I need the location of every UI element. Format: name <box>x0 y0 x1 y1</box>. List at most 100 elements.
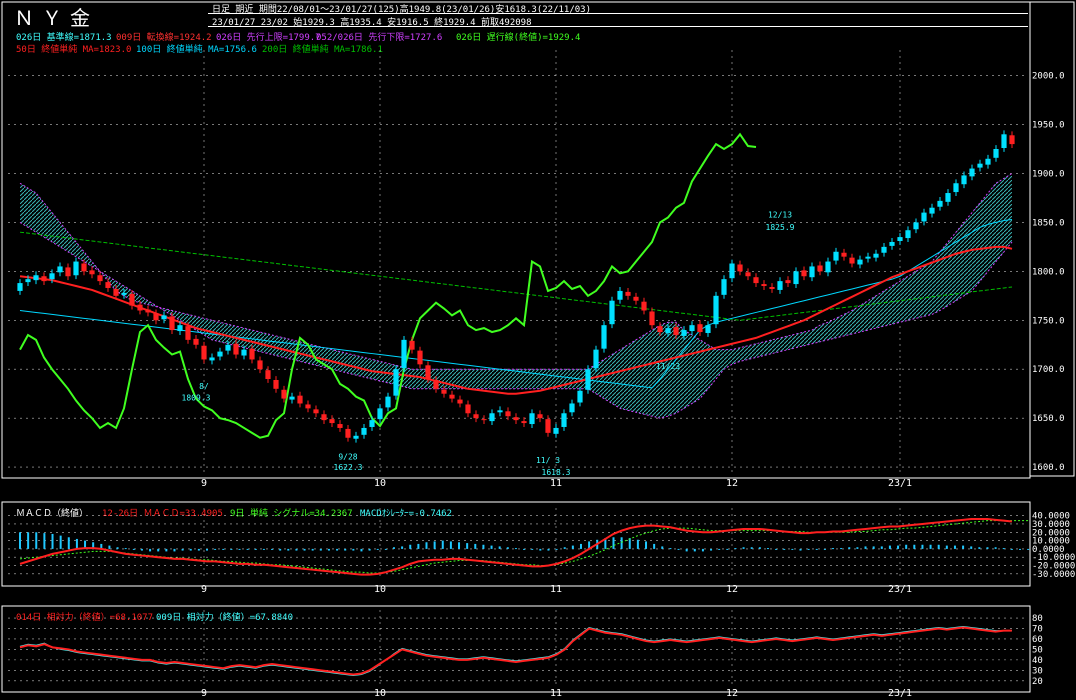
macd-histogram-bar <box>425 542 428 549</box>
candle-body <box>641 301 647 311</box>
candle-body <box>593 349 599 369</box>
candle-body <box>73 261 79 276</box>
candle-body <box>105 282 111 288</box>
candle-body <box>97 275 103 282</box>
macd-histogram-bar <box>409 544 412 549</box>
date-tick-label: 12 <box>726 478 738 489</box>
candle-body <box>785 280 791 284</box>
candle-body <box>393 369 399 396</box>
macd-histogram-bar <box>441 540 444 549</box>
macd-histogram-bar <box>953 545 956 549</box>
date-tick-label: 9 <box>201 478 207 489</box>
macd-histogram-bar <box>766 548 769 550</box>
macd-histogram-bar <box>945 545 948 549</box>
macd-histogram-bar <box>254 548 257 550</box>
price-annotation: 8/ <box>199 382 209 391</box>
price-tick-label: 1700.0 <box>1032 365 1065 375</box>
candle-body <box>665 328 671 334</box>
macd-histogram-bar <box>384 548 387 550</box>
date-tick-label: 23/1 <box>888 478 912 489</box>
date-tick-label: 11 <box>550 478 562 489</box>
macd-histogram-bar <box>458 542 461 549</box>
candle-body <box>313 409 319 414</box>
macd-histogram-bar <box>799 548 802 551</box>
candle-body <box>33 275 39 281</box>
date-tick-label: 12 <box>726 584 738 595</box>
macd-histogram-bar <box>490 545 493 549</box>
macd-histogram-bar <box>742 547 745 549</box>
macd-histogram-bar <box>392 547 395 549</box>
price-annotation: 12/13 <box>768 211 792 220</box>
price-tick-label: 1800.0 <box>1032 267 1065 277</box>
candle-body <box>225 344 231 351</box>
date-tick-label: 23/1 <box>888 584 912 595</box>
candle-body <box>545 419 551 433</box>
price-annotation: 1825.9 <box>766 223 795 232</box>
macd-histogram-bar <box>173 548 176 552</box>
candle-body <box>529 413 535 425</box>
macd-histogram-bar <box>856 547 859 549</box>
rsi9-line <box>19 625 1012 677</box>
chart-canvas[interactable]: 1600.0 1650.0 1700.0 1750.0 1800.0 1850.0 1900… <box>0 0 1076 700</box>
rsi-tick-label: 70 <box>1032 625 1043 635</box>
candle-body <box>617 290 623 300</box>
candle-body <box>465 404 471 414</box>
candle-body <box>673 327 679 335</box>
macd-histogram-bar <box>579 543 582 549</box>
candle-body <box>185 326 191 340</box>
candle-body <box>537 414 543 419</box>
macd-histogram-bar <box>848 547 851 549</box>
date-tick-label: 11 <box>550 688 562 699</box>
candle-body <box>953 183 959 193</box>
candle-body <box>425 365 431 380</box>
candle-body <box>473 414 479 419</box>
candle-body <box>873 253 879 258</box>
price-annotation: 9/28 <box>338 452 357 461</box>
macd-histogram-bar <box>612 537 615 549</box>
macd-histogram-bar <box>921 544 924 549</box>
price-annotation: 1618.3 <box>542 468 571 477</box>
macd-histogram-bar <box>27 532 30 549</box>
candle-body <box>801 270 807 277</box>
candle-body <box>337 424 343 428</box>
candle-body <box>817 265 823 272</box>
macd-histogram-bar <box>994 547 997 549</box>
macd-histogram-bar <box>327 548 330 551</box>
date-tick-label: 9 <box>201 688 207 699</box>
macd-histogram-bar <box>271 548 274 550</box>
price-annotation: 1622.3 <box>334 463 363 472</box>
macd-histogram-bar <box>523 548 526 550</box>
rsi-tick-label: 80 <box>1032 614 1043 624</box>
macd-histogram-bar <box>636 539 639 549</box>
macd-histogram-bar <box>539 548 542 551</box>
candle-body <box>945 193 951 202</box>
date-tick-label: 23/1 <box>888 688 912 699</box>
candle-body <box>849 257 855 264</box>
candle-body <box>937 200 943 207</box>
macd-histogram-bar <box>783 548 786 550</box>
candle-body <box>649 311 655 326</box>
macd-histogram-bar <box>734 548 737 550</box>
macd-histogram-bar <box>140 548 143 551</box>
macd-histogram-bar <box>750 547 753 549</box>
candle-body <box>857 259 863 265</box>
rsi-panel-frame <box>1 605 1031 693</box>
macd-histogram-bar <box>888 545 891 549</box>
macd-histogram-bar <box>230 548 233 550</box>
macd-histogram-bar <box>506 547 509 549</box>
candle-body <box>777 281 783 290</box>
candle-body <box>121 292 127 295</box>
macd-histogram-bar <box>124 548 127 550</box>
macd-histogram-bar <box>205 548 208 551</box>
macd-histogram-bar <box>295 548 298 551</box>
candle-body <box>985 158 991 165</box>
candle-body <box>65 267 71 277</box>
candle-body <box>177 325 183 332</box>
candle-body <box>1001 134 1007 149</box>
macd-histogram-bar <box>352 548 355 551</box>
macd-histogram-bar <box>791 548 794 550</box>
macd-histogram-bar <box>653 543 656 549</box>
macd-line <box>19 517 1012 576</box>
macd-histogram-bar <box>214 548 217 550</box>
macd-histogram-bar <box>1019 548 1021 550</box>
